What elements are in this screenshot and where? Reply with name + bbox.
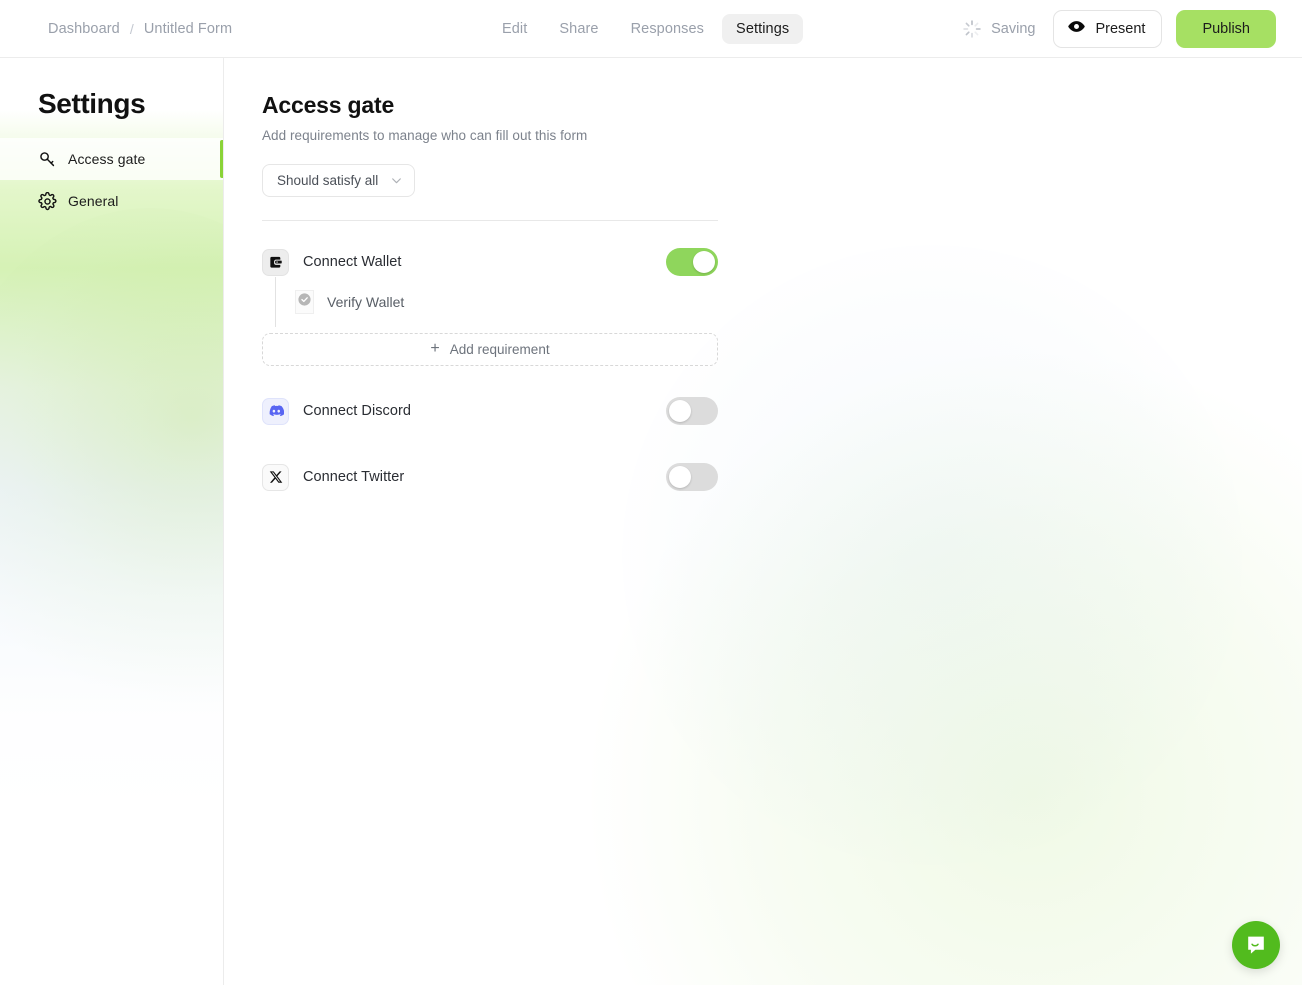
satisfy-mode-select[interactable]: Should satisfy all	[262, 164, 416, 197]
sidebar-nav: Access gate General	[0, 138, 223, 222]
page-subtitle: Add requirements to manage who can fill …	[262, 128, 588, 143]
check-circle-icon	[295, 290, 314, 314]
breadcrumb-current-form[interactable]: Untitled Form	[144, 21, 232, 37]
app-root: Dashboard / Untitled Form Edit Share Res…	[0, 0, 1302, 985]
nav-tabs: Edit Share Responses Settings	[488, 13, 804, 44]
main-content: Access gate Add requirements to manage w…	[224, 58, 1302, 985]
saving-status: Saving	[962, 19, 1035, 39]
sidebar-item-label: Access gate	[68, 151, 146, 167]
satisfy-mode-value: Should satisfy all	[277, 173, 379, 188]
present-button[interactable]: Present	[1053, 9, 1163, 48]
breadcrumb-dashboard[interactable]: Dashboard	[48, 21, 120, 37]
sub-requirement-label: Verify Wallet	[327, 294, 405, 310]
add-requirement-button[interactable]: + Add requirement	[262, 333, 718, 366]
page-title: Access gate	[262, 92, 395, 118]
plus-icon: +	[430, 340, 440, 357]
settings-sidebar: Settings Access gate General	[0, 58, 224, 985]
chat-bubble-icon	[1244, 933, 1268, 957]
add-requirement-label: Add requirement	[449, 342, 550, 357]
requirement-row-connect-discord[interactable]: Connect Discord	[262, 390, 718, 432]
top-bar: Dashboard / Untitled Form Edit Share Res…	[0, 0, 1302, 58]
toggle-connect-twitter[interactable]	[666, 463, 718, 491]
sidebar-item-general[interactable]: General	[0, 180, 223, 222]
gear-icon	[38, 191, 57, 211]
present-button-label: Present	[1095, 20, 1146, 37]
breadcrumb-separator: /	[129, 20, 134, 37]
tab-share[interactable]: Share	[545, 14, 612, 44]
requirement-label: Connect Wallet	[303, 254, 402, 270]
toggle-knob	[693, 251, 715, 273]
sidebar-item-label: General	[68, 193, 119, 209]
sidebar-item-access-gate[interactable]: Access gate	[0, 138, 223, 180]
toggle-connect-wallet[interactable]	[666, 248, 718, 276]
loading-spinner-icon	[962, 19, 982, 39]
x-twitter-icon	[262, 463, 289, 491]
wallet-icon	[262, 248, 289, 276]
requirement-row-connect-twitter[interactable]: Connect Twitter	[262, 456, 718, 498]
chat-support-button[interactable]	[1232, 921, 1280, 969]
saving-label: Saving	[991, 20, 1036, 37]
sidebar-glow	[0, 208, 223, 728]
access-gate-panel: Access gate Add requirements to manage w…	[224, 58, 718, 498]
requirement-row-connect-wallet[interactable]: Connect Wallet	[262, 241, 718, 283]
eye-icon	[1067, 17, 1086, 40]
toggle-connect-discord[interactable]	[666, 397, 718, 425]
sub-requirement-verify-wallet[interactable]: Verify Wallet	[275, 277, 718, 327]
requirement-label: Connect Discord	[303, 403, 411, 419]
key-icon	[38, 150, 57, 169]
sidebar-title: Settings	[38, 88, 146, 119]
toggle-knob	[669, 400, 691, 422]
tab-settings[interactable]: Settings	[722, 13, 804, 44]
breadcrumb: Dashboard / Untitled Form	[48, 21, 232, 37]
publish-button[interactable]: Publish	[1176, 9, 1276, 48]
section-divider	[262, 220, 718, 221]
tab-responses[interactable]: Responses	[617, 14, 718, 44]
toggle-knob	[669, 466, 691, 488]
chevron-down-icon	[390, 174, 403, 187]
discord-icon	[262, 397, 289, 425]
tab-edit[interactable]: Edit	[488, 14, 541, 44]
requirements-list: Connect Wallet Verify Wallet + Add requi…	[262, 241, 718, 498]
topbar-actions: Saving Present Publish	[962, 9, 1276, 48]
requirement-label: Connect Twitter	[303, 469, 405, 485]
